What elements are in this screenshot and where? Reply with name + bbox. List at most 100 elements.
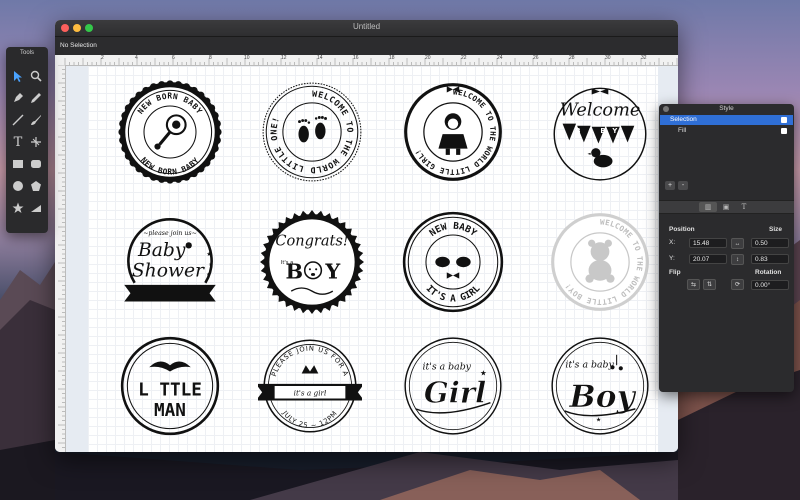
ruler-ticks xyxy=(64,58,678,65)
badge-new-born-baby[interactable]: NEW BORN BABY NEW BORN BABY xyxy=(118,80,222,184)
ruler-mark: 4 xyxy=(135,55,138,61)
badge-text: it's a baby xyxy=(565,359,614,370)
polygon-icon[interactable] xyxy=(28,178,44,194)
ruler-mark: 26 xyxy=(533,55,539,61)
badge-text: BABY xyxy=(575,127,624,135)
pen-icon[interactable] xyxy=(10,90,26,106)
badge-welcome-little-one[interactable]: WELCOME TO THE WORLD LITTLE ONE! xyxy=(260,80,364,184)
badge-text: Shower xyxy=(132,261,205,282)
size-label: Size xyxy=(769,226,783,233)
style-panel-titlebar[interactable]: Style xyxy=(659,104,794,114)
tools-palette: Tools T xyxy=(6,47,48,233)
ruler-mark: 12 xyxy=(281,55,287,61)
rectangle-icon[interactable] xyxy=(10,156,26,172)
x-label: X: xyxy=(669,239,676,246)
ruler-mark: 10 xyxy=(244,55,250,61)
x-position-field[interactable]: 15.48 xyxy=(689,238,727,248)
ruler-mark: 24 xyxy=(497,55,503,61)
ruler-mark: 2 xyxy=(101,55,104,61)
pacifier-icon xyxy=(185,242,192,249)
horizontal-ruler[interactable]: 2 4 6 8 10 12 14 16 18 20 22 24 26 28 30… xyxy=(55,55,678,66)
text-tab-icon[interactable]: T xyxy=(735,202,753,212)
rotation-label: Rotation xyxy=(755,269,782,276)
crown-icon xyxy=(301,365,319,374)
star-icon: ★ xyxy=(596,416,602,423)
brush-icon[interactable] xyxy=(28,112,44,128)
badge-welcome-little-boy[interactable]: WELCOME TO THE WORLD LITTLE BOY! xyxy=(548,210,652,314)
ruler-mark: 16 xyxy=(353,55,359,61)
badge-welcome-little-girl[interactable]: WELCOME TO THE WORLD LITTLE GIRL! xyxy=(401,80,505,184)
style-row-selection[interactable]: Selection xyxy=(660,115,793,125)
badge-text: WELCOME TO THE WORLD LITTLE ONE! xyxy=(269,89,355,176)
badge-little-man[interactable]: L TTLE MAN xyxy=(118,334,222,438)
width-field[interactable]: 0.50 xyxy=(751,238,789,248)
badge-baby-shower[interactable]: ~please join us~ Baby Shower ★ ★ ★ xyxy=(118,210,222,314)
image-tab-icon[interactable]: ▣ xyxy=(717,202,735,212)
style-row-fill[interactable]: Fill xyxy=(660,126,793,136)
baby-shoes-icon xyxy=(435,256,471,279)
rotation-icon: ⟳ xyxy=(731,279,744,290)
flip-vertical-icon[interactable]: ⇅ xyxy=(703,279,716,290)
rotation-field[interactable]: 0.00° xyxy=(751,280,789,290)
badge-baby-girl[interactable]: it's a baby ★ Girl xyxy=(401,334,505,438)
ruler-mark: 28 xyxy=(569,55,575,61)
flip-label: Flip xyxy=(669,269,681,276)
geometry-tab-icon[interactable]: ▥ xyxy=(699,202,717,212)
rounded-rectangle-icon[interactable] xyxy=(28,156,44,172)
y-label: Y: xyxy=(669,255,675,262)
ruler-ticks xyxy=(58,65,65,448)
badge-text: B xyxy=(286,259,304,284)
height-field[interactable]: 0.83 xyxy=(751,254,789,264)
window-title: Untitled xyxy=(352,22,381,31)
line-icon[interactable] xyxy=(10,112,26,128)
transform-icon[interactable] xyxy=(28,134,44,150)
checkbox[interactable] xyxy=(781,117,787,123)
close-panel-icon[interactable] xyxy=(663,106,669,112)
y-position-field[interactable]: 20.07 xyxy=(689,254,727,264)
baby-feet-icon xyxy=(298,115,327,143)
vertical-ruler[interactable] xyxy=(55,65,66,452)
document-page[interactable]: NEW BORN BABY NEW BORN BABY WELCOME TO T… xyxy=(88,66,658,452)
ruler-mark: 30 xyxy=(605,55,611,61)
svg-text:WELCOME TO THE WORLD LITTLE ON: WELCOME TO THE WORLD LITTLE ONE! xyxy=(269,89,356,176)
zoom-icon[interactable] xyxy=(28,68,44,84)
ruler-mark: 18 xyxy=(389,55,395,61)
svg-text:★: ★ xyxy=(206,251,212,258)
badge-welcome-baby[interactable]: Welcome BABY xyxy=(548,80,652,184)
window-titlebar[interactable]: Untitled xyxy=(55,20,678,37)
pencil-icon[interactable] xyxy=(28,90,44,106)
svg-text:★: ★ xyxy=(208,262,213,268)
inspector-tabs: ▥ ▣ T xyxy=(659,200,794,214)
ruler-mark: 20 xyxy=(425,55,431,61)
pointer-icon[interactable] xyxy=(10,68,26,84)
ellipse-icon[interactable] xyxy=(10,178,26,194)
badge-text: it's a baby xyxy=(423,361,472,372)
badge-text: Girl xyxy=(424,376,486,410)
badge-text: NEW BABY xyxy=(428,221,479,239)
flip-horizontal-icon[interactable]: ⇆ xyxy=(687,279,700,290)
badge-new-baby-girl[interactable]: NEW BABY IT'S A GIRL xyxy=(401,210,505,314)
checkbox[interactable] xyxy=(781,128,787,134)
badge-congrats-boy[interactable]: Congrats! It's a B Y xyxy=(260,210,364,314)
style-row-label: Fill xyxy=(678,127,687,134)
style-panel-title: Style xyxy=(719,105,734,112)
badge-text: Baby xyxy=(137,240,186,261)
ruler-mark: 14 xyxy=(317,55,323,61)
star-icon[interactable] xyxy=(10,200,26,216)
svg-text:★: ★ xyxy=(206,272,210,277)
text-icon[interactable]: T xyxy=(10,134,26,150)
ruler-mark: 6 xyxy=(172,55,175,61)
triangle-icon[interactable] xyxy=(28,200,44,216)
badge-text: ~please join us~ xyxy=(143,230,197,237)
ruler-mark: 8 xyxy=(209,55,212,61)
selection-status: No Selection xyxy=(55,37,678,56)
badge-text: L TTLE xyxy=(138,380,202,400)
remove-style-button[interactable]: - xyxy=(678,181,688,190)
canvas-area[interactable]: NEW BORN BABY NEW BORN BABY WELCOME TO T… xyxy=(66,66,678,452)
tools-title: Tools xyxy=(19,50,34,56)
badge-please-join-us[interactable]: PLEASE JOIN US FOR A it's a girl JULY 25… xyxy=(258,334,362,438)
duck-icon xyxy=(587,148,613,168)
svg-text:NEW BABY: NEW BABY xyxy=(428,221,479,239)
badge-baby-boy[interactable]: it's a baby Boy ★ xyxy=(548,334,652,438)
add-style-button[interactable]: + xyxy=(665,181,675,190)
